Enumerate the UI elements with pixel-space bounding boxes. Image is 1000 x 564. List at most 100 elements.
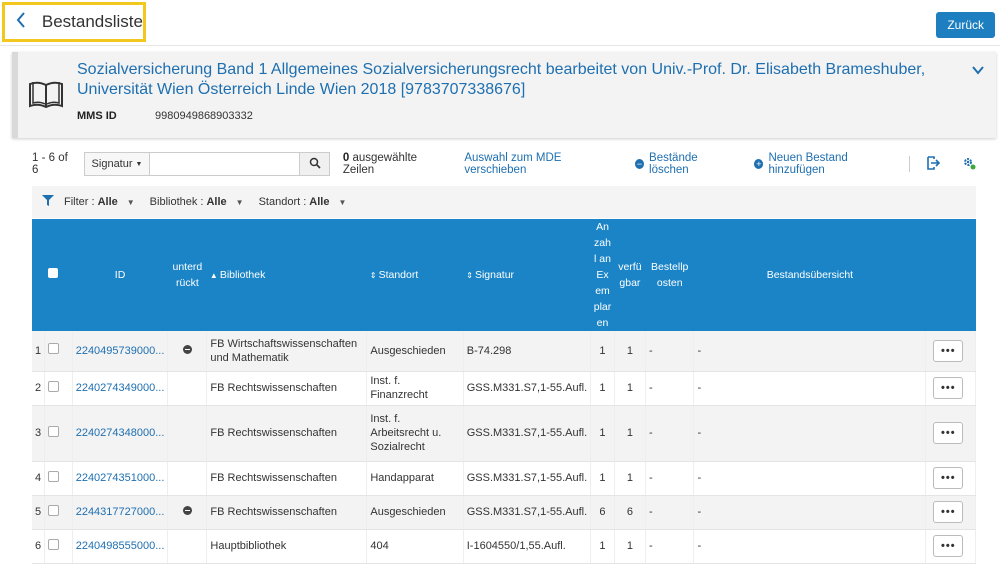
row-number: 5 [32,495,46,530]
search-field-select[interactable]: Signatur ▼ [83,152,151,176]
table-row[interactable]: 1 2240495739000... FB Wirtschaftswissensch… [32,331,976,372]
back-button[interactable]: Zurück [936,12,995,38]
filter-library[interactable]: Bibliothek : Alle ▼ [150,196,244,208]
search-button[interactable] [300,152,330,176]
row-suppressed [167,529,208,564]
header-summary[interactable]: Bestandsübersicht [694,219,926,331]
row-location: Handapparat [366,461,464,496]
row-copies: 1 [590,529,615,564]
row-orders: - [645,331,695,372]
plus-circle-icon: + [754,159,764,169]
row-id[interactable]: 2244317727000... [72,495,169,530]
row-select[interactable] [44,405,73,462]
header-callnumber-label: Signatur [474,268,515,281]
filter-location-label: Standort : [258,196,307,208]
row-available: 1 [614,331,647,372]
row-checkbox[interactable] [48,343,60,355]
move-to-mde-link[interactable]: Auswahl zum MDE verschieben [464,152,613,176]
more-actions-button[interactable]: ••• [933,467,964,489]
row-summary: - [693,405,927,462]
row-orders: - [645,529,695,564]
filter-general[interactable]: Filter : Alle ▼ [64,196,135,208]
filter-location[interactable]: Standort : Alle ▼ [259,196,347,208]
row-library: Hauptbibliothek [206,529,368,564]
delete-holdings-link[interactable]: − Bestände löschen [634,152,732,176]
row-suppressed [167,405,208,462]
settings-icon[interactable] [962,156,976,173]
row-library: FB Wirtschaftswissenschaften und Mathema… [206,331,368,372]
row-checkbox[interactable] [48,425,60,437]
more-actions-button[interactable]: ••• [933,377,964,399]
sort-icon: ⇕ [369,270,377,280]
header-suppressed[interactable]: unterdrückt [168,219,207,331]
header-location[interactable]: ⇕ Standort [367,219,463,331]
row-suppressed [167,331,208,372]
more-actions-button[interactable]: ••• [933,339,964,362]
sort-icon: ⇕ [466,270,473,280]
row-select[interactable] [44,331,73,372]
row-select[interactable] [44,495,73,530]
more-actions-button[interactable]: ••• [933,501,964,523]
export-icon[interactable] [926,155,941,173]
search-input[interactable] [150,152,301,176]
add-holding-link[interactable]: + Neuen Bestand hinzufügen [754,152,895,176]
row-id[interactable]: 2240495739000... [72,331,169,372]
more-actions-button[interactable]: ••• [933,535,964,557]
mms-id-label: MMS ID [77,110,117,122]
row-available: 1 [614,371,647,406]
row-id[interactable]: 2240274349000... [72,371,169,406]
toolbar-divider [909,156,911,172]
holding-id-link[interactable]: 2240274348000... [76,427,165,439]
top-bar: Bestandsliste Zurück [0,0,1000,46]
row-summary: - [693,461,927,496]
row-number: 2 [32,371,46,406]
header-select-all[interactable] [45,219,73,331]
back-navigation[interactable]: Bestandsliste [2,2,146,42]
chevron-down-icon[interactable] [972,62,984,78]
header-actions [926,219,976,331]
row-checkbox[interactable] [48,504,60,516]
row-checkbox[interactable] [48,470,60,482]
holding-id-link[interactable]: 2240274351000... [76,472,165,484]
header-orders[interactable]: Bestellposten [646,219,694,331]
table-row[interactable]: 5 2244317727000... FB Rechtswissenschaften… [32,495,976,530]
holding-id-link[interactable]: 2240498555000... [76,540,165,552]
row-actions: ••• [925,371,976,406]
header-library[interactable]: ▲ Bibliothek [207,219,367,331]
header-rownum [32,219,45,331]
row-suppressed [167,461,208,496]
table-row[interactable]: 4 2240274351000... FB Rechtswissenschaften… [32,461,976,496]
holding-id-link[interactable]: 2240274349000... [76,382,165,394]
header-id[interactable]: ID [72,219,168,331]
header-copies[interactable]: Anzahl an Exemplaren [591,219,615,331]
row-id[interactable]: 2240274348000... [72,405,169,462]
holding-id-link[interactable]: 2240495739000... [76,345,165,357]
table-row[interactable]: 2 2240274349000... FB Rechtswissenschaften… [32,371,976,406]
row-id[interactable]: 2240498555000... [72,529,169,564]
row-id[interactable]: 2240274351000... [72,461,169,496]
row-summary: - [693,495,927,530]
table-header-row: ID unterdrückt ▲ Bibliothek ⇕ Standort ⇕ Si… [32,219,976,331]
row-summary: - [693,331,927,372]
row-orders: - [645,405,695,462]
filter-location-value: Alle [309,196,330,208]
header-available[interactable]: verfügbar [614,219,645,331]
holding-id-link[interactable]: 2244317727000... [76,506,165,518]
select-all-checkbox[interactable] [47,268,58,278]
row-select[interactable] [44,371,73,406]
row-library: FB Rechtswissenschaften [206,371,368,406]
row-select[interactable] [44,529,73,564]
row-checkbox[interactable] [48,380,60,392]
row-callnumber: GSS.M331.S7,1-55.Aufl. [463,495,592,530]
record-title-link[interactable]: Sozialversicherung Band 1 Allgemeines So… [77,60,957,100]
row-library: FB Rechtswissenschaften [206,405,368,462]
table-toolbar: 1 - 6 of 6 Signatur ▼ 0 ausgewählte Zeil… [32,152,976,176]
header-callnumber[interactable]: ⇕ Signatur [463,219,590,331]
table-row[interactable]: 6 2240498555000... Hauptbibliothek 404 I-160… [32,529,976,564]
row-location: Inst. f. Arbeitsrecht u. Sozialrecht [366,405,464,462]
row-select[interactable] [44,461,73,496]
table-row[interactable]: 3 2240274348000... FB Rechtswissenschaften… [32,405,976,462]
more-actions-button[interactable]: ••• [933,422,964,444]
row-number: 4 [32,461,46,496]
chevron-left-icon[interactable] [15,11,30,33]
